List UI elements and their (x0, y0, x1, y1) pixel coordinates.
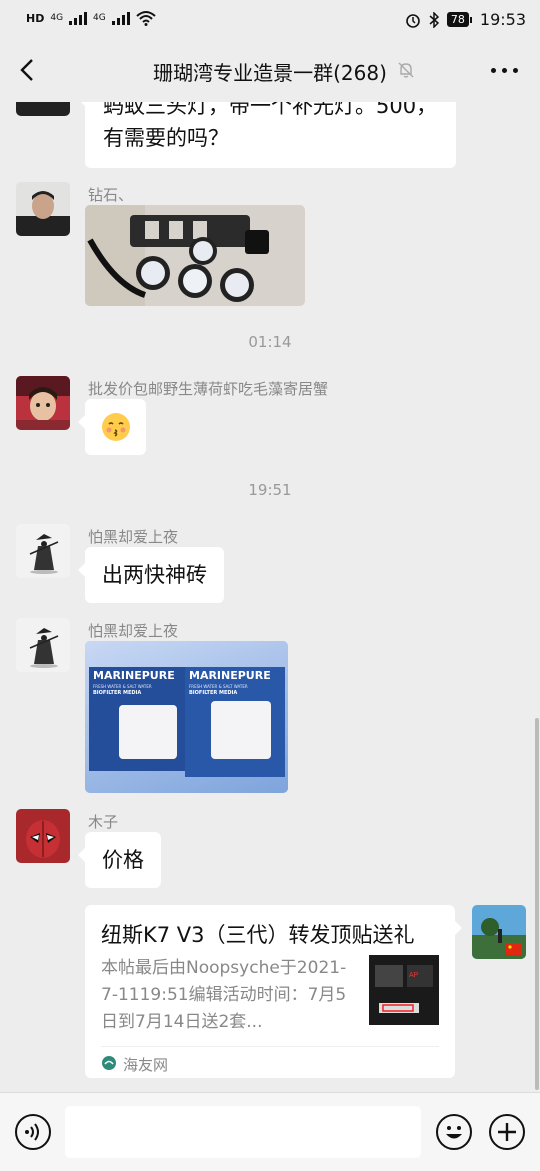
timestamp: 19:51 (248, 481, 292, 499)
message-text: 蚂蚁三头灯，带一个补光灯。500，有需要的吗？ (103, 102, 438, 150)
product-box-left: MARINEPURE FRESH WATER & SALT WATER BIOF… (89, 667, 185, 771)
network-4g-label-2: 4G (93, 13, 106, 23)
sender-name: 怕黑却爱上夜 (88, 622, 179, 640)
network-4g-label-1: 4G (50, 13, 64, 23)
link-card[interactable]: 纽斯K7 V3（三代）转发顶贴送礼 本帖最后由Noopsyche于2021-7-… (85, 905, 462, 1078)
link-card-source: 海友网 (123, 1056, 169, 1074)
product-box-right: MARINEPURE FRESH WATER & SALT WATER BIOF… (185, 667, 285, 777)
wifi-icon (136, 11, 156, 26)
avatar[interactable] (16, 102, 70, 116)
link-card-thumbnail: AP (369, 955, 439, 1025)
scrollbar[interactable] (535, 718, 539, 1090)
battery-level: 78 (446, 12, 469, 27)
timestamp: 01:14 (248, 333, 292, 351)
battery-icon: 78 (446, 12, 472, 27)
status-right: 78 19:53 (405, 10, 526, 29)
product-subtitle: BIOFILTER MEDIA (189, 690, 238, 696)
status-bar: HD 4G 4G 78 19:53 (0, 0, 540, 38)
hd-label: HD (26, 11, 45, 25)
avatar[interactable] (472, 905, 526, 959)
link-card-title: 纽斯K7 V3（三代）转发顶贴送礼 (101, 923, 415, 947)
kissing-face-emoji-icon (102, 413, 130, 441)
emoji-icon[interactable] (436, 1114, 472, 1150)
svg-text:AP: AP (409, 972, 419, 979)
input-bar (0, 1092, 540, 1171)
message-text: 出两快神砖 (102, 563, 207, 587)
message-bubble[interactable]: 价格 (78, 832, 161, 888)
chat-header: 珊瑚湾专业造景一群(268) (0, 38, 540, 102)
voice-icon[interactable] (15, 1114, 51, 1150)
sender-name: 批发价包邮野生薄荷虾吃毛藻寄居蟹 (88, 380, 329, 398)
product-subtitle: BIOFILTER MEDIA (93, 690, 142, 696)
plus-icon[interactable] (489, 1114, 525, 1150)
status-left: HD 4G 4G (26, 10, 156, 26)
avatar[interactable] (16, 182, 70, 236)
avatar[interactable] (16, 809, 70, 863)
more-icon[interactable] (491, 68, 518, 73)
alarm-icon (406, 13, 420, 28)
sender-name: 木子 (88, 813, 119, 831)
avatar[interactable] (16, 524, 70, 578)
product-brand: MARINEPURE (189, 669, 271, 682)
bluetooth-icon (429, 11, 439, 28)
product-brand: MARINEPURE (93, 669, 175, 682)
image-message[interactable] (85, 205, 305, 306)
sender-name: 怕黑却爱上夜 (88, 528, 179, 546)
message-bubble[interactable] (78, 399, 146, 455)
signal-icon-2 (111, 11, 130, 25)
message-bubble[interactable]: 蚂蚁三头灯，带一个补光灯。500，有需要的吗？ (78, 102, 456, 168)
clock: 19:53 (479, 10, 526, 29)
chat-area[interactable]: 蚂蚁三头灯，带一个补光灯。500，有需要的吗？ 钻石、 01:14 批发价包邮野… (0, 102, 540, 1092)
haiyou-logo-icon (102, 1056, 116, 1070)
message-input[interactable] (65, 1106, 421, 1158)
chat-title: 珊瑚湾专业造景一群(268) (153, 61, 387, 85)
avatar[interactable] (16, 618, 70, 672)
message-text: 价格 (102, 848, 144, 872)
message-bubble[interactable]: 出两快神砖 (78, 547, 224, 603)
signal-icon-1 (69, 11, 88, 25)
image-message[interactable]: MARINEPURE FRESH WATER & SALT WATER BIOF… (85, 641, 288, 793)
link-card-description: 本帖最后由Noopsyche于2021-7-1119:51编辑活动时间：7月5日… (101, 958, 347, 1032)
avatar[interactable] (16, 376, 70, 430)
sender-name: 钻石、 (88, 186, 134, 204)
mute-bell-icon (398, 62, 414, 78)
